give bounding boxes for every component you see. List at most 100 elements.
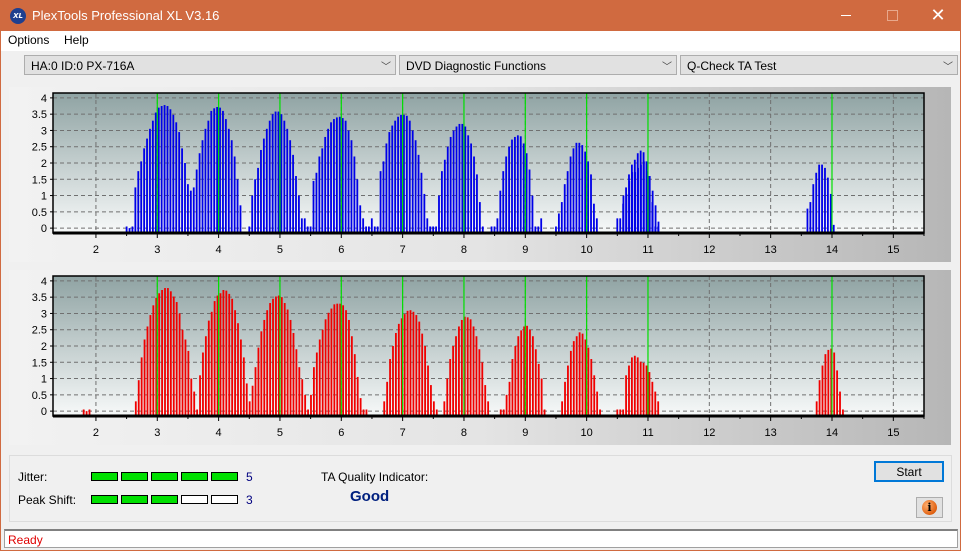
histogram-bar (806, 208, 809, 233)
x-tick-label: 11 (642, 427, 653, 439)
histogram-bar (389, 359, 391, 416)
histogram-bar (593, 203, 595, 233)
histogram-bar (466, 317, 469, 416)
jitter-meter-segment (151, 472, 178, 481)
histogram-bar (438, 195, 440, 233)
histogram-bar (578, 142, 581, 233)
histogram-bar (640, 164, 642, 233)
menu-options[interactable]: Options (8, 33, 49, 47)
histogram-bar (651, 190, 654, 233)
histogram-bar (295, 176, 297, 233)
histogram-bar (199, 375, 201, 416)
histogram-bar (248, 401, 251, 416)
histogram-bar (262, 138, 265, 233)
histogram-bar (269, 303, 272, 416)
histogram-bar (137, 171, 140, 233)
histogram-bar (540, 218, 543, 233)
histogram-bar (195, 169, 198, 233)
histogram-bar (455, 126, 458, 233)
histogram-bar (260, 149, 262, 233)
histogram-bar (386, 381, 389, 416)
histogram-bar (280, 297, 283, 416)
menu-help[interactable]: Help (64, 33, 89, 47)
histogram-bar (254, 179, 257, 233)
histogram-bar (257, 347, 260, 416)
histogram-bar (298, 367, 301, 416)
histogram-bar (172, 114, 175, 233)
histogram-bar (274, 111, 277, 233)
histogram-bar (648, 372, 651, 416)
chart-panel-top: 0 0.5 1 1.5 2 2.5 3 3.5 4 2 3 4 5 6 7 8 9 10 11 12 13 14 15 (9, 87, 951, 262)
test-select[interactable]: Q-Check TA Test ﹀ (680, 55, 958, 75)
histogram-bar (397, 116, 399, 233)
y-tick-label: 3.5 (32, 109, 47, 121)
maximize-button[interactable] (869, 0, 915, 31)
y-tick-label: 4 (41, 276, 47, 288)
y-tick-label: 1.5 (32, 357, 47, 369)
chart-panel-bottom: 0 0.5 1 1.5 2 2.5 3 3.5 4 2 3 4 5 6 7 8 9 10 11 12 13 14 15 (9, 270, 951, 445)
histogram-bar (470, 143, 473, 233)
histogram-bar (628, 365, 630, 416)
x-tick-label: 7 (400, 427, 406, 439)
histogram-bar (275, 296, 277, 416)
histogram-bar (587, 161, 589, 233)
histogram-bar (344, 120, 347, 233)
peak-shift-label: Peak Shift: (18, 493, 77, 507)
histogram-bar (234, 310, 236, 416)
x-tick-label: 3 (154, 427, 160, 439)
x-tick-label: 15 (887, 427, 899, 439)
histogram-bar (502, 171, 505, 233)
histogram-bar (578, 332, 581, 416)
y-tick-label: 0 (41, 223, 47, 235)
histogram-bar (511, 359, 514, 416)
status-bar: Ready (4, 529, 958, 548)
histogram-bar (452, 346, 455, 416)
histogram-bar (151, 120, 154, 233)
histogram-bar (432, 401, 435, 416)
histogram-bar (266, 310, 269, 416)
histogram-bar (265, 128, 268, 233)
histogram-bar (201, 140, 204, 233)
info-button[interactable]: i (916, 497, 943, 518)
histogram-bar (458, 123, 461, 233)
y-tick-label: 3 (41, 308, 47, 320)
jitter-meter-segment (181, 472, 208, 481)
histogram-bar (321, 148, 324, 233)
histogram-bar (189, 190, 192, 233)
ta-chart-top: 0 0.5 1 1.5 2 2.5 3 3.5 4 2 3 4 5 6 7 8 9 10 11 12 13 14 15 (32, 92, 925, 256)
histogram-bar (557, 213, 560, 233)
histogram-bar (569, 156, 572, 233)
histogram-bar (178, 313, 181, 416)
start-button[interactable]: Start (874, 461, 944, 482)
x-tick-label: 8 (461, 427, 467, 439)
histogram-bar (233, 156, 236, 233)
x-tick-label: 2 (93, 427, 99, 439)
x-tick-label: 14 (826, 427, 838, 439)
histogram-bar (140, 161, 143, 233)
function-select[interactable]: DVD Diagnostic Functions ﹀ (399, 55, 677, 75)
histogram-bar (166, 106, 169, 233)
histogram-bar (575, 142, 578, 233)
y-tick-label: 0 (41, 406, 47, 418)
chevron-down-icon: ﹀ (381, 62, 391, 73)
histogram-bar (590, 174, 592, 233)
peak-shift-meter-segment (91, 495, 118, 504)
histogram-bar (382, 161, 385, 233)
x-tick-label: 8 (461, 244, 467, 256)
histogram-bar (263, 319, 266, 416)
histogram-bar (458, 326, 460, 416)
histogram-bar (187, 350, 190, 416)
jitter-value: 5 (246, 470, 253, 484)
histogram-bar (272, 298, 274, 416)
close-button[interactable]: ✕ (915, 0, 961, 31)
x-tick-label: 9 (522, 244, 528, 256)
histogram-bar (321, 329, 324, 416)
minimize-button[interactable] (823, 0, 869, 31)
histogram-bar (572, 341, 575, 416)
histogram-bar (210, 311, 213, 416)
drive-select[interactable]: HA:0 ID:0 PX-716A ﹀ (24, 55, 396, 75)
histogram-bar (347, 130, 350, 233)
histogram-bar (519, 136, 522, 233)
histogram-bar (581, 333, 584, 416)
histogram-bar (657, 221, 660, 233)
